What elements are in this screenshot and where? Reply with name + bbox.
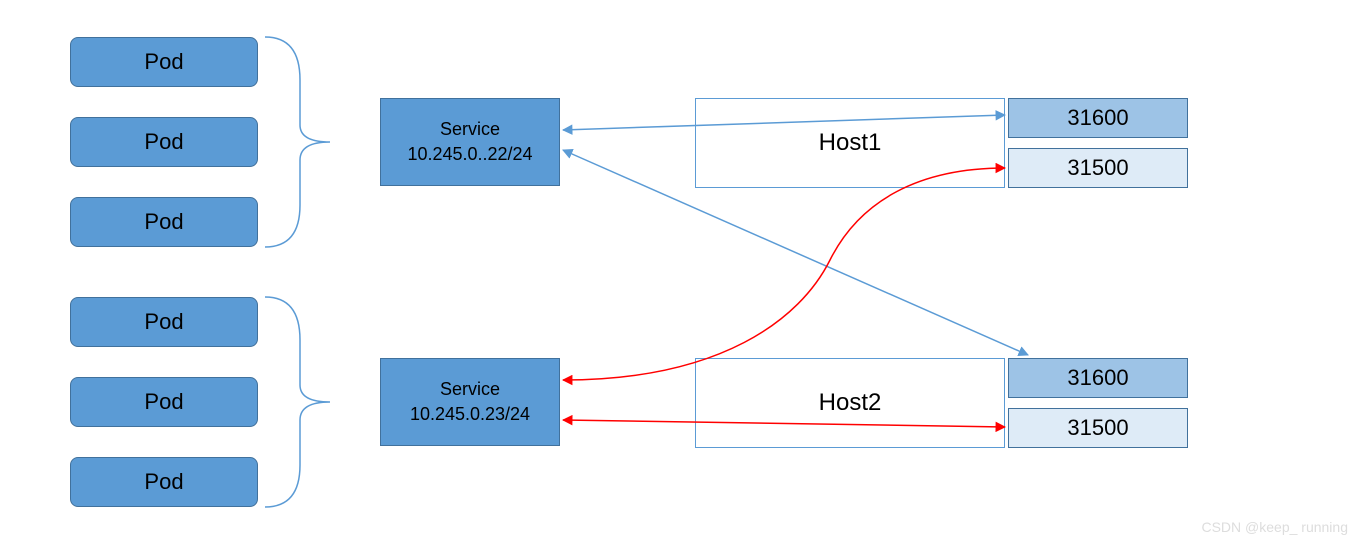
host-label: Host2 (819, 389, 882, 417)
pod-box: Pod (70, 197, 258, 247)
pod-box: Pod (70, 37, 258, 87)
pod-label: Pod (144, 309, 183, 335)
pod-box: Pod (70, 117, 258, 167)
port-label: 31600 (1067, 105, 1128, 131)
arrow-red-curve (563, 168, 1005, 380)
service-title: Service (440, 377, 500, 402)
port-box: 31500 (1008, 408, 1188, 448)
port-box: 31500 (1008, 148, 1188, 188)
port-label: 31500 (1067, 415, 1128, 441)
service-title: Service (440, 117, 500, 142)
pod-label: Pod (144, 209, 183, 235)
watermark-text: CSDN @keep_ running (1201, 519, 1348, 535)
watermark: CSDN @keep_ running (1201, 519, 1348, 535)
service-box-2: Service 10.245.0.23/24 (380, 358, 560, 446)
service-cidr: 10.245.0..22/24 (407, 142, 532, 167)
service-box-1: Service 10.245.0..22/24 (380, 98, 560, 186)
host-box-2: Host2 (695, 358, 1005, 448)
port-box: 31600 (1008, 98, 1188, 138)
port-label: 31500 (1067, 155, 1128, 181)
port-box: 31600 (1008, 358, 1188, 398)
host-box-1: Host1 (695, 98, 1005, 188)
pod-label: Pod (144, 389, 183, 415)
pod-label: Pod (144, 469, 183, 495)
pod-box: Pod (70, 377, 258, 427)
port-label: 31600 (1067, 365, 1128, 391)
host-label: Host1 (819, 129, 882, 157)
pod-box: Pod (70, 297, 258, 347)
pod-label: Pod (144, 129, 183, 155)
pod-label: Pod (144, 49, 183, 75)
pod-box: Pod (70, 457, 258, 507)
service-cidr: 10.245.0.23/24 (410, 402, 530, 427)
